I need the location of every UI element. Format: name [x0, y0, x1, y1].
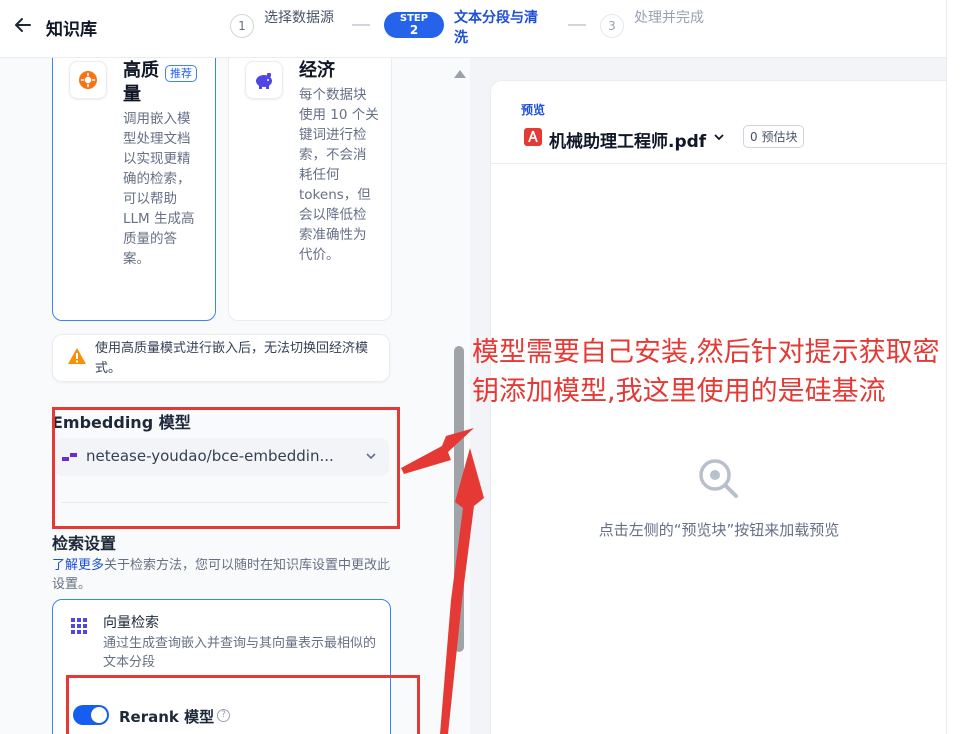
step-number: 1	[230, 14, 254, 38]
vector-search-description: 通过生成查询嵌入并查询与其向量表示最相似的文本分段	[103, 636, 377, 670]
top-header: 知识库 1 选择数据源 STEP 2 文本分段与清洗 3 处理并完成	[0, 0, 960, 58]
preview-label: 预览	[521, 103, 546, 117]
step-2: STEP 2 文本分段与清洗	[384, 8, 550, 48]
step-label: 文本分段与清洗	[454, 10, 538, 46]
mode-description: 每个数据块使用 10 个关键词进行检索，不会消耗任何 tokens，但会以降低检…	[299, 87, 379, 263]
file-name[interactable]: 机械助理工程师.pdf	[549, 127, 706, 152]
step-1: 1 选择数据源	[230, 8, 334, 38]
step-label: 处理并完成	[634, 10, 704, 26]
vector-search-title: 向量检索	[103, 615, 159, 631]
mode-title: 经济	[299, 60, 335, 81]
settings-pane: 高质量 推荐 调用嵌入模型处理文档以实现更精确的检索，可以帮助 LLM 生成高质…	[0, 58, 470, 734]
annotation-note: 模型需要自己安装,然后针对提示获取密钥添加模型,我这里使用的是硅基流	[472, 337, 940, 407]
pdf-file-icon	[524, 128, 542, 146]
recommended-badge: 推荐	[165, 65, 197, 82]
retrieval-settings-title: 检索设置	[52, 534, 117, 553]
scroll-up-arrow-icon[interactable]	[454, 70, 466, 78]
warning-box: 使用高质量模式进行嵌入后，无法切换回经济模式。	[52, 334, 390, 382]
grid-icon	[71, 618, 87, 634]
chevron-down-icon[interactable]	[713, 131, 725, 143]
retrieval-description: 了解更多关于检索方法，您可以随时在知识库设置中更改此设置。	[52, 556, 392, 594]
knowledge-base-title[interactable]: 知识库	[46, 15, 97, 40]
mode-card-economy[interactable]: 经济 每个数据块使用 10 个关键词进行检索，不会消耗任何 tokens，但会以…	[228, 58, 392, 321]
estimated-chunks-badge: 0 预估块	[743, 125, 805, 148]
mode-card-high-quality[interactable]: 高质量 推荐 调用嵌入模型处理文档以实现更精确的检索，可以帮助 LLM 生成高质…	[52, 58, 216, 321]
mode-title: 高质量	[123, 60, 159, 105]
annotation-box-rerank	[66, 675, 420, 734]
step-pill: STEP 2	[384, 12, 444, 38]
warning-icon	[68, 348, 86, 364]
learn-more-link[interactable]: 了解更多	[52, 558, 104, 573]
step-separator	[352, 24, 370, 26]
step-number: 3	[600, 14, 624, 38]
search-icon	[699, 459, 738, 498]
warning-text: 使用高质量模式进行嵌入后，无法切换回经济模式。	[95, 341, 369, 376]
annotation-box-embedding	[52, 407, 400, 529]
scrollbar-thumb[interactable]	[454, 346, 464, 652]
piggy-bank-icon	[245, 61, 283, 99]
window-edge	[946, 0, 960, 734]
step-label: 选择数据源	[264, 10, 334, 26]
step-3: 3 处理并完成	[600, 8, 704, 38]
arrow-left-icon[interactable]	[12, 14, 34, 36]
mode-description: 调用嵌入模型处理文档以实现更精确的检索，可以帮助 LLM 生成高质量的答案。	[123, 111, 195, 267]
divider	[491, 163, 947, 164]
high-quality-icon	[69, 61, 107, 99]
empty-preview-text: 点击左侧的“预览块”按钮来加载预览	[598, 521, 840, 539]
step-separator	[568, 24, 586, 26]
